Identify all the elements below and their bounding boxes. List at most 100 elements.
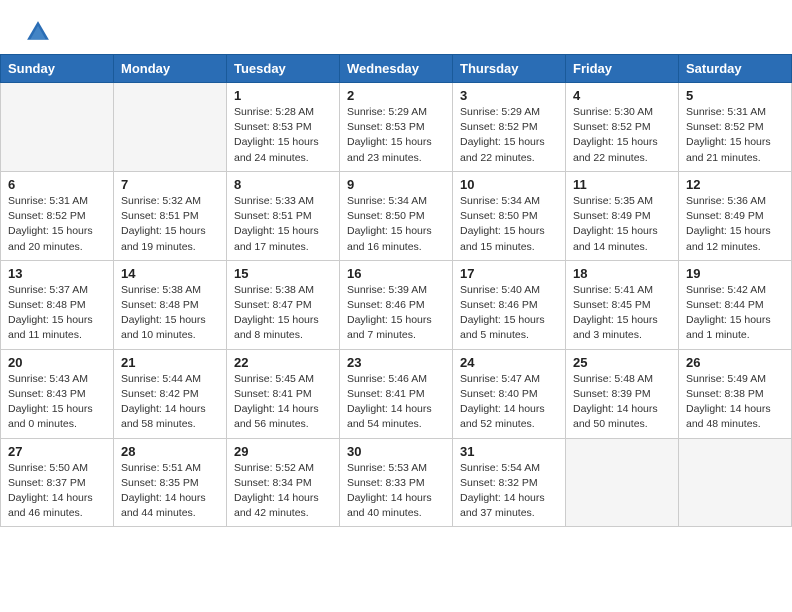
- day-info: Sunrise: 5:31 AM Sunset: 8:52 PM Dayligh…: [686, 105, 784, 166]
- day-number: 1: [234, 88, 332, 103]
- weekday-header-friday: Friday: [566, 55, 679, 83]
- day-info: Sunrise: 5:32 AM Sunset: 8:51 PM Dayligh…: [121, 194, 219, 255]
- day-info: Sunrise: 5:30 AM Sunset: 8:52 PM Dayligh…: [573, 105, 671, 166]
- day-number: 10: [460, 177, 558, 192]
- day-number: 16: [347, 266, 445, 281]
- day-number: 29: [234, 444, 332, 459]
- calendar-cell: 24 Sunrise: 5:47 AM Sunset: 8:40 PM Dayli…: [453, 349, 566, 438]
- day-number: 24: [460, 355, 558, 370]
- calendar-cell: [566, 438, 679, 527]
- day-info: Sunrise: 5:45 AM Sunset: 8:41 PM Dayligh…: [234, 372, 332, 433]
- calendar-cell: 9 Sunrise: 5:34 AM Sunset: 8:50 PM Daylig…: [340, 171, 453, 260]
- calendar-cell: 19Sunrise: 5:42 AM Sunset: 8:44 PM Dayli…: [679, 260, 792, 349]
- day-info: Sunrise: 5:33 AM Sunset: 8:51 PM Dayligh…: [234, 194, 332, 255]
- day-info: Sunrise: 5:54 AM Sunset: 8:32 PM Dayligh…: [460, 461, 558, 522]
- calendar-cell: 5 Sunrise: 5:31 AM Sunset: 8:52 PM Daylig…: [679, 83, 792, 172]
- day-info: Sunrise: 5:41 AM Sunset: 8:45 PM Dayligh…: [573, 283, 671, 344]
- calendar-cell: 18 Sunrise: 5:41 AM Sunset: 8:45 PM Dayli…: [566, 260, 679, 349]
- calendar-cell: 11 Sunrise: 5:35 AM Sunset: 8:49 PM Dayli…: [566, 171, 679, 260]
- weekday-header-thursday: Thursday: [453, 55, 566, 83]
- day-info: Sunrise: 5:37 AM Sunset: 8:48 PM Dayligh…: [8, 283, 106, 344]
- weekday-header-tuesday: Tuesday: [227, 55, 340, 83]
- day-info: Sunrise: 5:46 AM Sunset: 8:41 PM Dayligh…: [347, 372, 445, 433]
- week-row-1: 1Sunrise: 5:28 AM Sunset: 8:53 PM Daylig…: [1, 83, 792, 172]
- day-number: 11: [573, 177, 671, 192]
- day-number: 6: [8, 177, 106, 192]
- day-number: 30: [347, 444, 445, 459]
- day-number: 23: [347, 355, 445, 370]
- day-info: Sunrise: 5:42 AM Sunset: 8:44 PM Dayligh…: [686, 283, 784, 344]
- calendar-cell: 31 Sunrise: 5:54 AM Sunset: 8:32 PM Dayli…: [453, 438, 566, 527]
- day-number: 28: [121, 444, 219, 459]
- day-number: 17: [460, 266, 558, 281]
- day-number: 31: [460, 444, 558, 459]
- calendar-cell: 16Sunrise: 5:39 AM Sunset: 8:46 PM Dayli…: [340, 260, 453, 349]
- calendar-cell: 25 Sunrise: 5:48 AM Sunset: 8:39 PM Dayli…: [566, 349, 679, 438]
- day-number: 26: [686, 355, 784, 370]
- weekday-header-row: SundayMondayTuesdayWednesdayThursdayFrid…: [1, 55, 792, 83]
- day-number: 15: [234, 266, 332, 281]
- day-info: Sunrise: 5:51 AM Sunset: 8:35 PM Dayligh…: [121, 461, 219, 522]
- day-info: Sunrise: 5:44 AM Sunset: 8:42 PM Dayligh…: [121, 372, 219, 433]
- week-row-2: 6 Sunrise: 5:31 AM Sunset: 8:52 PM Daylig…: [1, 171, 792, 260]
- day-info: Sunrise: 5:38 AM Sunset: 8:48 PM Dayligh…: [121, 283, 219, 344]
- day-number: 18: [573, 266, 671, 281]
- day-number: 14: [121, 266, 219, 281]
- calendar-cell: 3Sunrise: 5:29 AM Sunset: 8:52 PM Daylig…: [453, 83, 566, 172]
- day-number: 2: [347, 88, 445, 103]
- weekday-header-sunday: Sunday: [1, 55, 114, 83]
- weekday-header-wednesday: Wednesday: [340, 55, 453, 83]
- day-number: 8: [234, 177, 332, 192]
- day-info: Sunrise: 5:31 AM Sunset: 8:52 PM Dayligh…: [8, 194, 106, 255]
- weekday-header-saturday: Saturday: [679, 55, 792, 83]
- day-number: 27: [8, 444, 106, 459]
- calendar-cell: 4 Sunrise: 5:30 AM Sunset: 8:52 PM Daylig…: [566, 83, 679, 172]
- calendar-cell: [114, 83, 227, 172]
- day-info: Sunrise: 5:29 AM Sunset: 8:53 PM Dayligh…: [347, 105, 445, 166]
- day-number: 4: [573, 88, 671, 103]
- day-info: Sunrise: 5:36 AM Sunset: 8:49 PM Dayligh…: [686, 194, 784, 255]
- calendar-cell: 21Sunrise: 5:44 AM Sunset: 8:42 PM Dayli…: [114, 349, 227, 438]
- calendar-cell: 8 Sunrise: 5:33 AM Sunset: 8:51 PM Daylig…: [227, 171, 340, 260]
- day-info: Sunrise: 5:40 AM Sunset: 8:46 PM Dayligh…: [460, 283, 558, 344]
- calendar-cell: 30 Sunrise: 5:53 AM Sunset: 8:33 PM Dayli…: [340, 438, 453, 527]
- calendar-table: SundayMondayTuesdayWednesdayThursdayFrid…: [0, 54, 792, 527]
- calendar-cell: 29 Sunrise: 5:52 AM Sunset: 8:34 PM Dayli…: [227, 438, 340, 527]
- calendar-cell: 6 Sunrise: 5:31 AM Sunset: 8:52 PM Daylig…: [1, 171, 114, 260]
- day-info: Sunrise: 5:35 AM Sunset: 8:49 PM Dayligh…: [573, 194, 671, 255]
- day-info: Sunrise: 5:48 AM Sunset: 8:39 PM Dayligh…: [573, 372, 671, 433]
- page-header: [0, 0, 792, 54]
- day-info: Sunrise: 5:53 AM Sunset: 8:33 PM Dayligh…: [347, 461, 445, 522]
- day-number: 5: [686, 88, 784, 103]
- calendar-cell: 10 Sunrise: 5:34 AM Sunset: 8:50 PM Dayli…: [453, 171, 566, 260]
- calendar-cell: 17 Sunrise: 5:40 AM Sunset: 8:46 PM Dayli…: [453, 260, 566, 349]
- day-info: Sunrise: 5:43 AM Sunset: 8:43 PM Dayligh…: [8, 372, 106, 433]
- logo-icon: [24, 18, 52, 46]
- calendar-cell: 1Sunrise: 5:28 AM Sunset: 8:53 PM Daylig…: [227, 83, 340, 172]
- day-info: Sunrise: 5:52 AM Sunset: 8:34 PM Dayligh…: [234, 461, 332, 522]
- calendar-cell: 28 Sunrise: 5:51 AM Sunset: 8:35 PM Dayli…: [114, 438, 227, 527]
- calendar-cell: 26 Sunrise: 5:49 AM Sunset: 8:38 PM Dayli…: [679, 349, 792, 438]
- week-row-4: 20Sunrise: 5:43 AM Sunset: 8:43 PM Dayli…: [1, 349, 792, 438]
- week-row-3: 13 Sunrise: 5:37 AM Sunset: 8:48 PM Dayli…: [1, 260, 792, 349]
- day-number: 13: [8, 266, 106, 281]
- day-info: Sunrise: 5:34 AM Sunset: 8:50 PM Dayligh…: [347, 194, 445, 255]
- day-number: 7: [121, 177, 219, 192]
- day-info: Sunrise: 5:47 AM Sunset: 8:40 PM Dayligh…: [460, 372, 558, 433]
- calendar-cell: [679, 438, 792, 527]
- day-info: Sunrise: 5:34 AM Sunset: 8:50 PM Dayligh…: [460, 194, 558, 255]
- day-info: Sunrise: 5:49 AM Sunset: 8:38 PM Dayligh…: [686, 372, 784, 433]
- day-number: 12: [686, 177, 784, 192]
- weekday-header-monday: Monday: [114, 55, 227, 83]
- calendar-cell: 23 Sunrise: 5:46 AM Sunset: 8:41 PM Dayli…: [340, 349, 453, 438]
- day-info: Sunrise: 5:29 AM Sunset: 8:52 PM Dayligh…: [460, 105, 558, 166]
- calendar-cell: 14 Sunrise: 5:38 AM Sunset: 8:48 PM Dayli…: [114, 260, 227, 349]
- calendar-cell: 22Sunrise: 5:45 AM Sunset: 8:41 PM Dayli…: [227, 349, 340, 438]
- calendar-cell: 7 Sunrise: 5:32 AM Sunset: 8:51 PM Daylig…: [114, 171, 227, 260]
- day-info: Sunrise: 5:38 AM Sunset: 8:47 PM Dayligh…: [234, 283, 332, 344]
- day-number: 9: [347, 177, 445, 192]
- day-number: 25: [573, 355, 671, 370]
- calendar-cell: 13 Sunrise: 5:37 AM Sunset: 8:48 PM Dayli…: [1, 260, 114, 349]
- calendar-cell: 12 Sunrise: 5:36 AM Sunset: 8:49 PM Dayli…: [679, 171, 792, 260]
- calendar-cell: 2 Sunrise: 5:29 AM Sunset: 8:53 PM Daylig…: [340, 83, 453, 172]
